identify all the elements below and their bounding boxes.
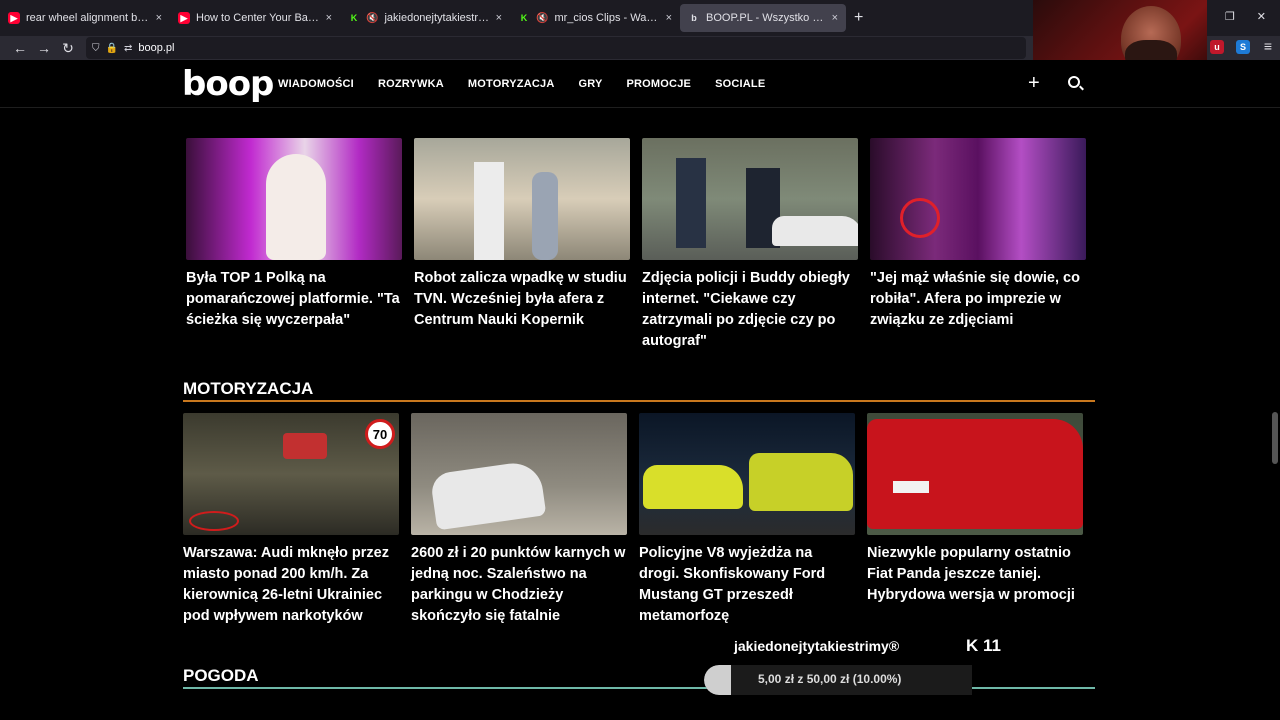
article-thumbnail[interactable] — [411, 413, 627, 535]
address-bar[interactable]: ⛉ 🔒 ⇄ boop.pl — [86, 37, 1026, 59]
tab-4[interactable]: K 🔇 mr_cios Clips - Watch Live × — [510, 4, 680, 32]
article-card[interactable]: "Jej mąż właśnie się dowie, co robiła". … — [870, 138, 1086, 331]
boop-icon: b — [691, 13, 697, 23]
kick-count: 11 — [983, 636, 1001, 655]
close-icon[interactable]: × — [156, 12, 162, 24]
nav-sociale[interactable]: SOCIALE — [715, 78, 765, 90]
site-header: boop WIADOMOŚCI ROZRYWKA MOTORYZACJA GRY… — [0, 60, 1280, 108]
section-title-motoryzacja[interactable]: MOTORYZACJA — [183, 379, 313, 399]
article-card[interactable]: Policyjne V8 wyjeżdża na drogi. Skonfisk… — [639, 413, 855, 627]
article-card[interactable]: Zdjęcia policji i Buddy obiegły internet… — [642, 138, 858, 352]
tab-title: mr_cios Clips - Watch Live — [554, 12, 660, 24]
nav-motoryzacja[interactable]: MOTORYZACJA — [468, 78, 555, 90]
nav-wiadomosci[interactable]: WIADOMOŚCI — [278, 78, 354, 90]
main-nav: WIADOMOŚCI ROZRYWKA MOTORYZACJA GRY PROM… — [278, 78, 765, 90]
menu-icon[interactable]: ≡ — [1256, 38, 1280, 54]
kick-icon: K — [520, 13, 528, 23]
tab-3[interactable]: K 🔇 jakiedonejtytakiestrimyxD S × — [340, 4, 510, 32]
forward-icon[interactable]: → — [32, 40, 56, 56]
kick-icon: K — [966, 636, 979, 655]
speed-limit-sign: 70 — [365, 419, 395, 449]
close-window-icon[interactable]: ✕ — [1257, 10, 1266, 23]
url-text: boop.pl — [138, 42, 175, 54]
article-card[interactable]: Niezwykle popularny ostatnio Fiat Panda … — [867, 413, 1083, 606]
tab-title: jakiedonejtytakiestrimyxD S — [384, 12, 490, 24]
tab-title: BOOP.PL - Wszystko co chcesz — [706, 12, 826, 24]
shield-icon[interactable]: ⛉ — [92, 43, 100, 54]
article-title[interactable]: Policyjne V8 wyjeżdża na drogi. Skonfisk… — [639, 543, 855, 627]
article-title[interactable]: 2600 zł i 20 punktów karnych w jedną noc… — [411, 543, 627, 627]
tab-2[interactable]: ▶ How to Center Your Back Whee × — [170, 4, 340, 32]
article-thumbnail[interactable] — [642, 138, 858, 260]
new-tab-button[interactable]: + — [854, 9, 863, 27]
close-icon[interactable]: × — [832, 12, 838, 24]
nav-gry[interactable]: GRY — [578, 78, 602, 90]
article-title[interactable]: Warszawa: Audi mknęło przez miasto ponad… — [183, 543, 399, 627]
permissions-icon[interactable]: ⇄ — [124, 43, 132, 54]
article-thumbnail[interactable] — [639, 413, 855, 535]
article-card[interactable]: Była TOP 1 Polką na pomarańczowej platfo… — [186, 138, 402, 331]
reload-icon[interactable]: ↻ — [56, 40, 80, 57]
close-icon[interactable]: × — [326, 12, 332, 24]
section-title-pogoda[interactable]: POGODA — [183, 666, 259, 686]
article-thumbnail[interactable] — [186, 138, 402, 260]
youtube-icon: ▶ — [8, 12, 20, 24]
lock-icon[interactable]: 🔒 — [106, 43, 118, 54]
article-thumbnail[interactable]: 70 — [183, 413, 399, 535]
close-icon[interactable]: × — [496, 12, 502, 24]
section-divider — [183, 400, 1095, 402]
tab-title: rear wheel alignment bike - You — [26, 12, 150, 24]
search-icon[interactable] — [1068, 76, 1080, 88]
add-icon[interactable]: + — [1028, 72, 1040, 95]
tab-5-active[interactable]: b BOOP.PL - Wszystko co chcesz × — [680, 4, 846, 32]
muted-icon[interactable]: 🔇 — [536, 13, 548, 24]
article-title[interactable]: "Jej mąż właśnie się dowie, co robiła". … — [870, 268, 1086, 331]
article-title[interactable]: Robot zalicza wpadkę w studiu TVN. Wcześ… — [414, 268, 630, 331]
boop-logo[interactable]: boop — [182, 64, 274, 104]
extension-icon[interactable]: u — [1210, 40, 1224, 54]
stream-channel-name: jakiedonejtytakiestrimy® — [734, 638, 900, 654]
article-title[interactable]: Niezwykle popularny ostatnio Fiat Panda … — [867, 543, 1083, 606]
article-thumbnail[interactable] — [870, 138, 1086, 260]
article-title[interactable]: Była TOP 1 Polką na pomarańczowej platfo… — [186, 268, 402, 331]
article-thumbnail[interactable] — [414, 138, 630, 260]
kick-follower-count: K 11 — [966, 636, 1001, 656]
tab-title: How to Center Your Back Whee — [196, 12, 320, 24]
nav-rozrywka[interactable]: ROZRYWKA — [378, 78, 444, 90]
extension-s-icon[interactable]: S — [1236, 40, 1250, 54]
article-thumbnail[interactable] — [867, 413, 1083, 535]
article-card[interactable]: Robot zalicza wpadkę w studiu TVN. Wcześ… — [414, 138, 630, 331]
back-icon[interactable]: ← — [8, 40, 32, 56]
muted-icon[interactable]: 🔇 — [366, 13, 378, 24]
tab-1[interactable]: ▶ rear wheel alignment bike - You × — [0, 4, 170, 32]
scrollbar-thumb[interactable] — [1272, 412, 1278, 464]
close-icon[interactable]: × — [666, 12, 672, 24]
nav-promocje[interactable]: PROMOCJE — [627, 78, 692, 90]
article-title[interactable]: Zdjęcia policji i Buddy obiegły internet… — [642, 268, 858, 352]
article-card[interactable]: 70 Warszawa: Audi mknęło przez miasto po… — [183, 413, 399, 627]
kick-icon: K — [350, 13, 358, 23]
window-controls: ❐ ✕ — [1225, 10, 1280, 23]
restore-window-icon[interactable]: ❐ — [1225, 10, 1235, 23]
donation-progress-fill — [704, 665, 731, 695]
donation-progress-text: 5,00 zł z 50,00 zł (10.00%) — [758, 672, 902, 686]
article-card[interactable]: 2600 zł i 20 punktów karnych w jedną noc… — [411, 413, 627, 627]
youtube-icon: ▶ — [178, 12, 190, 24]
